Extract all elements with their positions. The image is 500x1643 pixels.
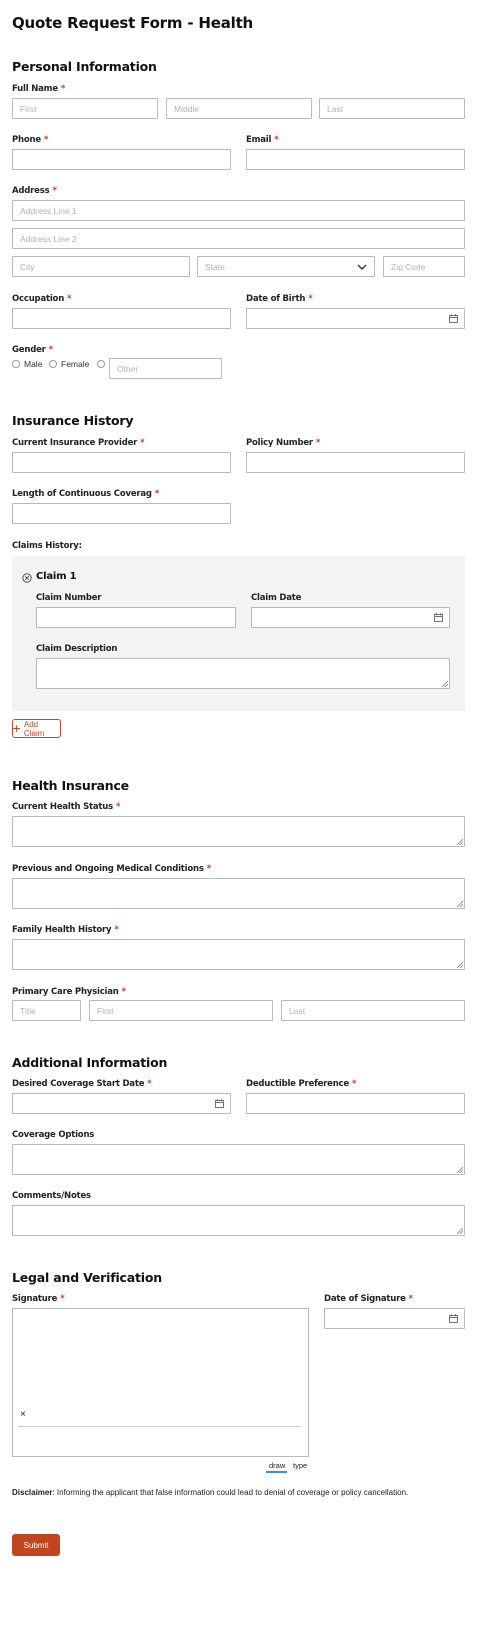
claims-history-label: Claims History: xyxy=(12,541,82,551)
last-name-input[interactable]: Last xyxy=(319,98,465,119)
physician-label: Primary Care Physician * xyxy=(12,987,126,997)
physician-title-input[interactable]: Title xyxy=(12,1000,81,1021)
calendar-icon[interactable] xyxy=(449,313,458,323)
physician-last-input[interactable]: Last xyxy=(281,1000,465,1021)
add-claim-label: Add Claim xyxy=(23,719,45,738)
coverage-length-input[interactable] xyxy=(12,503,231,524)
section-title-health: Health Insurance xyxy=(12,778,129,793)
email-label: Email * xyxy=(246,135,279,145)
dob-input[interactable] xyxy=(246,308,465,329)
health-status-textarea[interactable] xyxy=(12,816,465,847)
section-title-insurance: Insurance History xyxy=(12,413,134,428)
claim-number-input[interactable] xyxy=(36,607,236,628)
medical-conditions-label: Previous and Ongoing Medical Conditions * xyxy=(12,864,211,874)
family-history-label: Family Health History * xyxy=(12,925,119,935)
signature-tab-draw[interactable]: draw xyxy=(269,1461,285,1470)
signature-label: Signature * xyxy=(12,1294,65,1304)
claim-date-input[interactable] xyxy=(251,607,450,628)
physician-first-input[interactable]: First xyxy=(89,1000,273,1021)
family-history-textarea[interactable] xyxy=(12,939,465,970)
gender-male-radio[interactable] xyxy=(12,360,20,368)
resize-handle[interactable] xyxy=(457,1228,463,1234)
medical-conditions-textarea[interactable] xyxy=(12,878,465,909)
claim-title: Claim 1 xyxy=(36,571,77,582)
add-claim-button[interactable]: Add Claim xyxy=(12,719,61,738)
coverage-length-label: Length of Continuous Coverag * xyxy=(12,489,160,499)
start-date-label: Desired Coverage Start Date * xyxy=(12,1079,152,1089)
state-select-value: State xyxy=(205,261,225,272)
claim-number-label: Claim Number xyxy=(36,593,102,603)
occupation-label: Occupation * xyxy=(12,294,72,304)
occupation-input[interactable] xyxy=(12,308,231,329)
health-status-label: Current Health Status * xyxy=(12,802,121,812)
date-signature-label: Date of Signature * xyxy=(324,1294,413,1304)
disclaimer-text: : Informing the applicant that false inf… xyxy=(52,1488,409,1497)
remove-circle-icon[interactable] xyxy=(22,573,32,583)
section-title-additional: Additional Information xyxy=(12,1055,168,1070)
insurance-provider-input[interactable] xyxy=(12,452,231,473)
zip-code-input[interactable]: Zip Code xyxy=(383,256,465,277)
middle-name-input[interactable]: Middle xyxy=(166,98,312,119)
phone-input[interactable] xyxy=(12,149,231,170)
signature-pad[interactable] xyxy=(12,1308,309,1457)
address-line-1-input[interactable]: Address Line 1 xyxy=(12,200,465,221)
form-title: Quote Request Form - Health xyxy=(12,14,254,32)
signature-baseline xyxy=(18,1426,301,1427)
comments-textarea[interactable] xyxy=(12,1205,465,1236)
section-title-legal: Legal and Verification xyxy=(12,1270,162,1285)
claim-description-label: Claim Description xyxy=(36,644,118,654)
resize-handle[interactable] xyxy=(457,962,463,968)
signature-tab-type[interactable]: type xyxy=(293,1461,307,1470)
gender-other-input[interactable]: Other xyxy=(109,358,222,379)
section-title-personal: Personal Information xyxy=(12,59,157,74)
deductible-label: Deductible Preference * xyxy=(246,1079,357,1089)
calendar-icon[interactable] xyxy=(434,612,443,622)
comments-label: Comments/Notes xyxy=(12,1191,91,1201)
gender-female-radio[interactable] xyxy=(49,360,57,368)
gender-other-radio[interactable] xyxy=(97,360,105,368)
resize-handle[interactable] xyxy=(457,839,463,845)
resize-handle[interactable] xyxy=(457,1167,463,1173)
phone-label: Phone * xyxy=(12,135,49,145)
policy-number-input[interactable] xyxy=(246,452,465,473)
calendar-icon[interactable] xyxy=(215,1098,224,1108)
policy-number-label: Policy Number * xyxy=(246,438,321,448)
insurance-provider-label: Current Insurance Provider * xyxy=(12,438,145,448)
disclaimer-bold: Disclaimer xyxy=(12,1488,53,1497)
full-name-label: Full Name * xyxy=(12,84,66,94)
claim-date-label: Claim Date xyxy=(251,593,302,603)
coverage-options-label: Coverage Options xyxy=(12,1130,95,1140)
date-signature-input[interactable] xyxy=(324,1308,465,1329)
address-label: Address * xyxy=(12,186,57,196)
resize-handle[interactable] xyxy=(442,681,448,687)
gender-female-label[interactable]: Female xyxy=(61,359,89,369)
disclaimer: Disclaimer: Informing the applicant that… xyxy=(12,1488,408,1497)
plus-icon xyxy=(13,725,20,732)
calendar-icon[interactable] xyxy=(449,1313,458,1323)
gender-label: Gender * xyxy=(12,345,53,355)
gender-male-label[interactable]: Male xyxy=(24,359,42,369)
address-line-2-input[interactable]: Address Line 2 xyxy=(12,228,465,249)
coverage-options-textarea[interactable] xyxy=(12,1144,465,1175)
claim-description-textarea[interactable] xyxy=(36,658,450,689)
deductible-input[interactable] xyxy=(246,1093,465,1114)
first-name-input[interactable]: First xyxy=(12,98,158,119)
dob-label: Date of Birth * xyxy=(246,294,313,304)
signature-tab-draw-underline xyxy=(266,1471,287,1473)
submit-button[interactable]: Submit xyxy=(12,1534,60,1556)
resize-handle[interactable] xyxy=(457,901,463,907)
clear-signature-icon[interactable]: × xyxy=(20,1409,26,1420)
city-input[interactable]: City xyxy=(12,256,190,277)
start-date-input[interactable] xyxy=(12,1093,231,1114)
chevron-down-icon xyxy=(357,264,367,270)
state-select[interactable]: State xyxy=(197,256,375,277)
email-input[interactable] xyxy=(246,149,465,170)
